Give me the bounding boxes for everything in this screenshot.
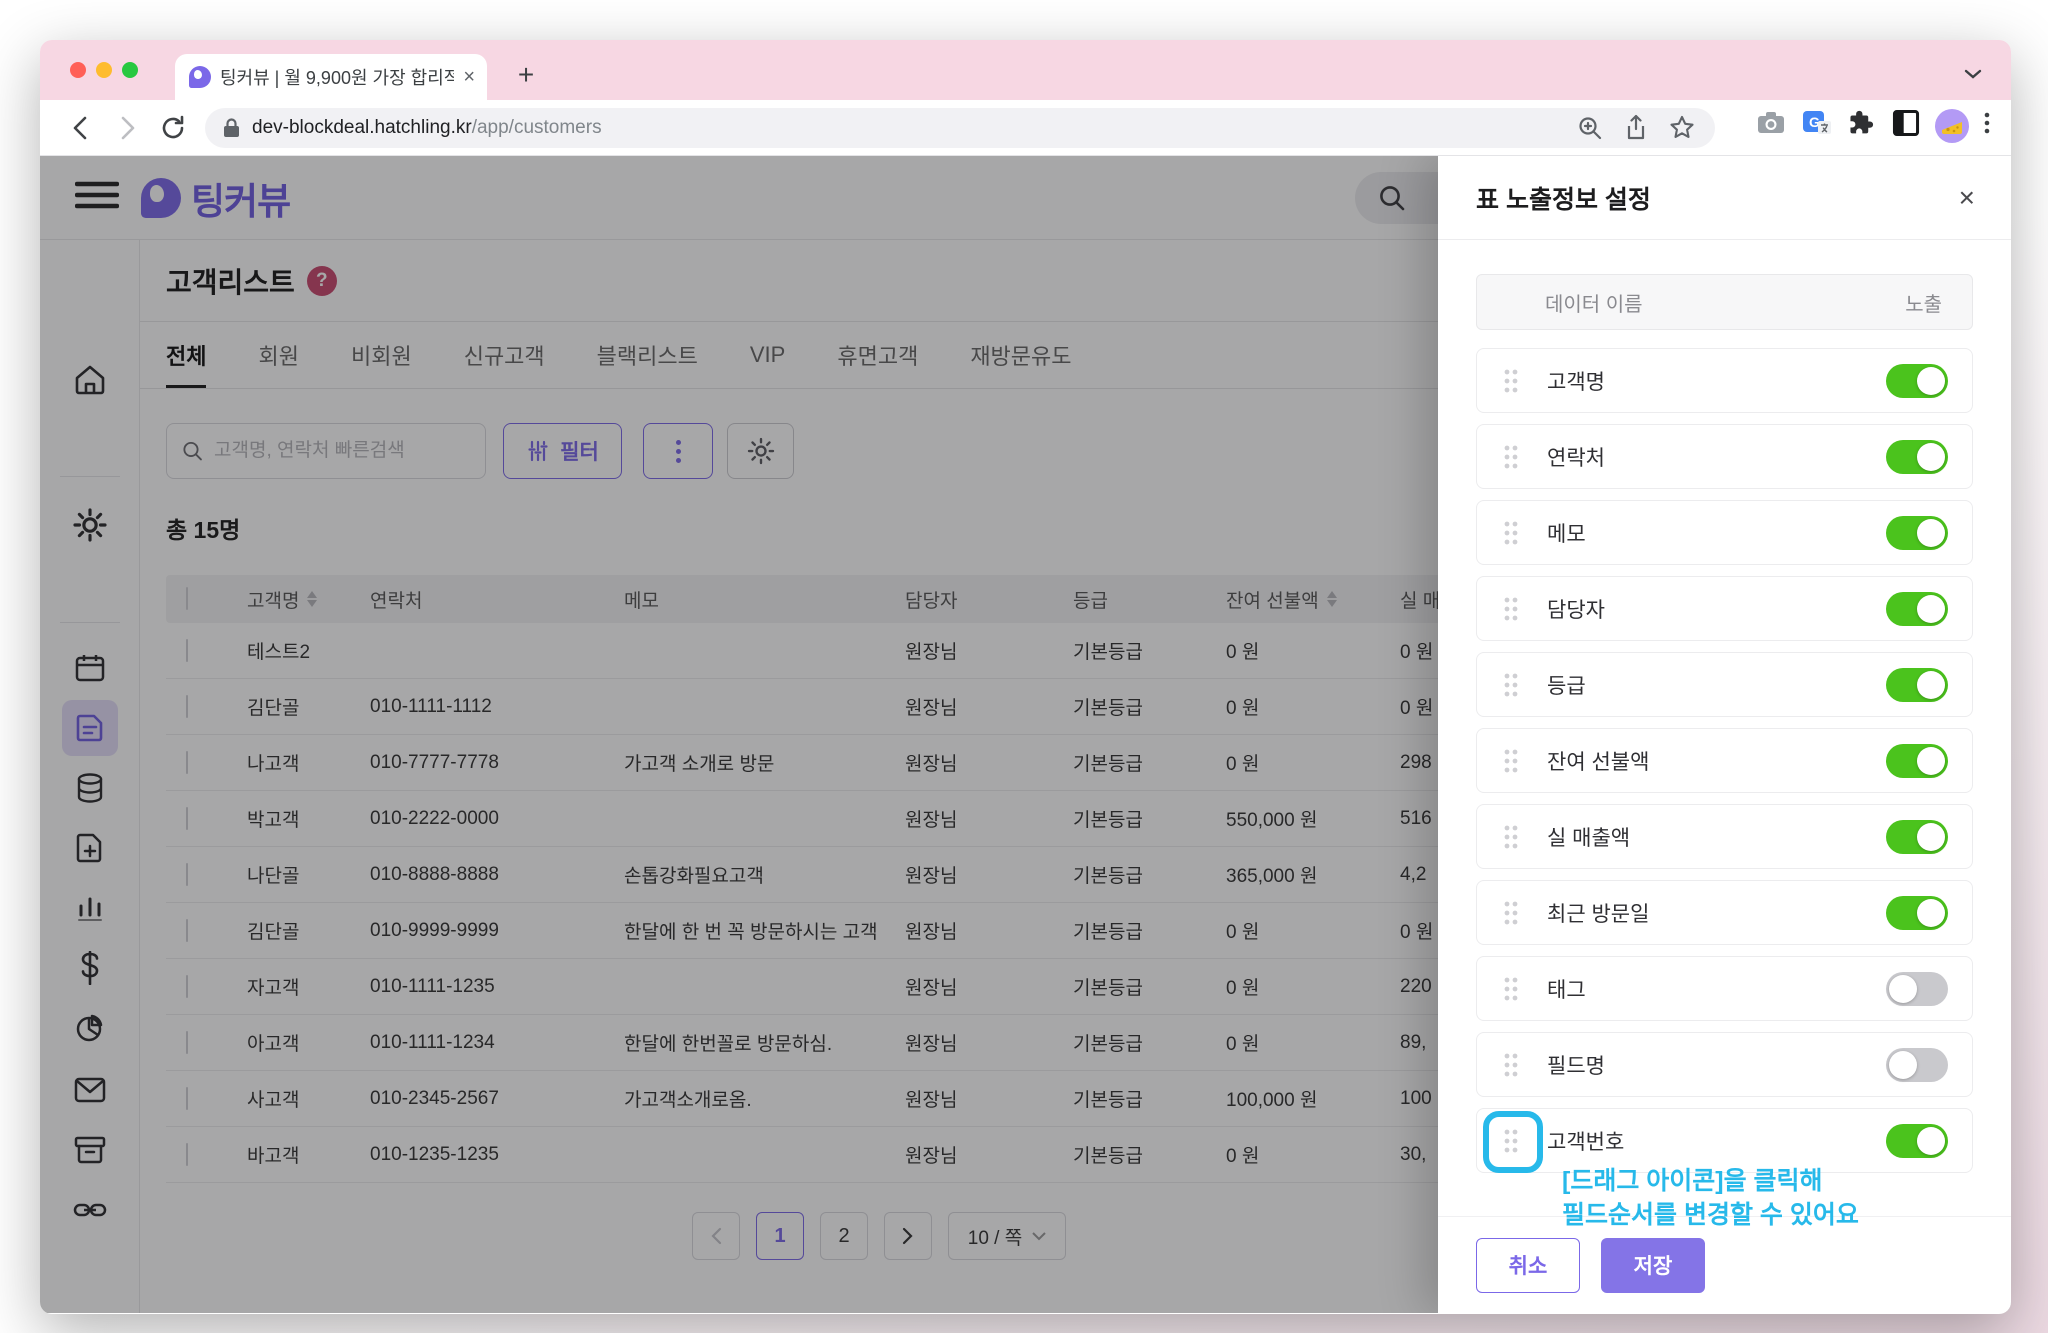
visibility-toggle[interactable]: [1886, 1048, 1948, 1082]
visibility-toggle[interactable]: [1886, 592, 1948, 626]
visibility-toggle[interactable]: [1886, 896, 1948, 930]
drag-handle-icon[interactable]: [1501, 898, 1521, 928]
browser-window: 팅커뷰 | 월 9,900원 가장 합리적인 × + dev-blockdeal…: [40, 40, 2011, 1314]
drag-handle-icon[interactable]: [1501, 670, 1521, 700]
profile-avatar[interactable]: [1935, 109, 1969, 143]
field-label: 고객번호: [1547, 1126, 1624, 1156]
drag-handle-icon[interactable]: [1501, 366, 1521, 396]
panel-close-icon[interactable]: ×: [1959, 184, 1975, 212]
address-bar[interactable]: dev-blockdeal.hatchling.kr/app/customers: [205, 108, 1715, 148]
tab-list-chevron-icon[interactable]: [1963, 67, 1983, 86]
field-label: 담당자: [1547, 594, 1605, 624]
field-label: 메모: [1547, 518, 1586, 548]
drag-handle-icon[interactable]: [1501, 746, 1521, 776]
drag-icon-highlight: [1483, 1111, 1543, 1173]
visibility-toggle[interactable]: [1886, 1124, 1948, 1158]
minimize-window-button[interactable]: [96, 62, 112, 78]
zoom-icon[interactable]: [1575, 113, 1605, 148]
browser-tab[interactable]: 팅커뷰 | 월 9,900원 가장 합리적인 ×: [175, 54, 487, 100]
extensions-puzzle-icon[interactable]: [1847, 108, 1877, 143]
drag-handle-icon[interactable]: [1501, 1050, 1521, 1080]
field-visibility-item: 연락처: [1476, 424, 1973, 489]
visibility-toggle[interactable]: [1886, 516, 1948, 550]
drag-handle-icon[interactable]: [1501, 822, 1521, 852]
column-name-label: 데이터 이름: [1545, 288, 1643, 317]
cancel-button[interactable]: 취소: [1476, 1238, 1580, 1293]
field-visibility-item: 담당자: [1476, 576, 1973, 641]
share-icon[interactable]: [1621, 113, 1651, 148]
panel-title: 표 노출정보 설정: [1476, 180, 1651, 216]
drag-handle-icon[interactable]: [1501, 974, 1521, 1004]
field-visibility-item: 메모: [1476, 500, 1973, 565]
close-window-button[interactable]: [70, 62, 86, 78]
field-visibility-item: 잔여 선불액: [1476, 728, 1973, 793]
forward-button[interactable]: [112, 113, 142, 143]
tab-title: 팅커뷰 | 월 9,900원 가장 합리적인: [220, 64, 454, 90]
browser-titlebar: 팅커뷰 | 월 9,900원 가장 합리적인 × +: [40, 40, 2011, 100]
field-visibility-item: 최근 방문일: [1476, 880, 1973, 945]
visibility-toggle[interactable]: [1886, 820, 1948, 854]
field-visibility-item: 태그: [1476, 956, 1973, 1021]
maximize-window-button[interactable]: [122, 62, 138, 78]
field-label: 연락처: [1547, 442, 1605, 472]
new-tab-button[interactable]: +: [510, 60, 542, 92]
drag-handle-icon[interactable]: [1501, 442, 1521, 472]
browser-menu-icon[interactable]: [1983, 108, 1991, 143]
field-label: 고객명: [1547, 366, 1605, 396]
browser-toolbar: dev-blockdeal.hatchling.kr/app/customers…: [40, 100, 2011, 156]
visibility-toggle[interactable]: [1886, 744, 1948, 778]
field-label: 등급: [1547, 670, 1586, 700]
app-viewport: 팅커뷰: [40, 156, 2011, 1313]
field-visibility-item: 등급: [1476, 652, 1973, 717]
drag-hint-tooltip: [드래그 아이콘]을 클릭해 필드순서를 변경할 수 있어요: [1562, 1164, 1859, 1232]
field-visibility-item: 필드명: [1476, 1032, 1973, 1097]
screenshot-camera-icon[interactable]: [1755, 108, 1787, 143]
sidebar-toggle-icon[interactable]: [1891, 108, 1921, 143]
panel-list-header: 데이터 이름 노출: [1476, 274, 1973, 330]
field-label: 태그: [1547, 974, 1586, 1004]
lock-icon: [223, 118, 240, 138]
back-button[interactable]: [66, 113, 96, 143]
reload-button[interactable]: [158, 113, 188, 143]
drag-handle-icon[interactable]: [1501, 518, 1521, 548]
field-visibility-item: 실 매출액: [1476, 804, 1973, 869]
visibility-toggle[interactable]: [1886, 440, 1948, 474]
field-label: 필드명: [1547, 1050, 1605, 1080]
save-button[interactable]: 저장: [1601, 1238, 1705, 1293]
table-display-settings-panel: 표 노출정보 설정 × 데이터 이름 노출 고객명 연락처 메모 담당자: [1438, 156, 2011, 1313]
site-favicon-icon: [189, 66, 211, 88]
url-text: dev-blockdeal.hatchling.kr/app/customers: [252, 117, 602, 139]
visibility-toggle[interactable]: [1886, 364, 1948, 398]
visibility-toggle[interactable]: [1886, 668, 1948, 702]
translate-icon[interactable]: G: [1801, 108, 1833, 143]
bookmark-star-icon[interactable]: [1667, 113, 1697, 148]
column-visible-label: 노출: [1905, 288, 1942, 317]
tab-close-icon[interactable]: ×: [463, 66, 475, 89]
field-label: 최근 방문일: [1547, 898, 1649, 928]
field-visibility-item: 고객명: [1476, 348, 1973, 413]
visibility-toggle[interactable]: [1886, 972, 1948, 1006]
drag-handle-icon[interactable]: [1501, 594, 1521, 624]
field-label: 실 매출액: [1547, 822, 1630, 852]
field-label: 잔여 선불액: [1547, 746, 1649, 776]
